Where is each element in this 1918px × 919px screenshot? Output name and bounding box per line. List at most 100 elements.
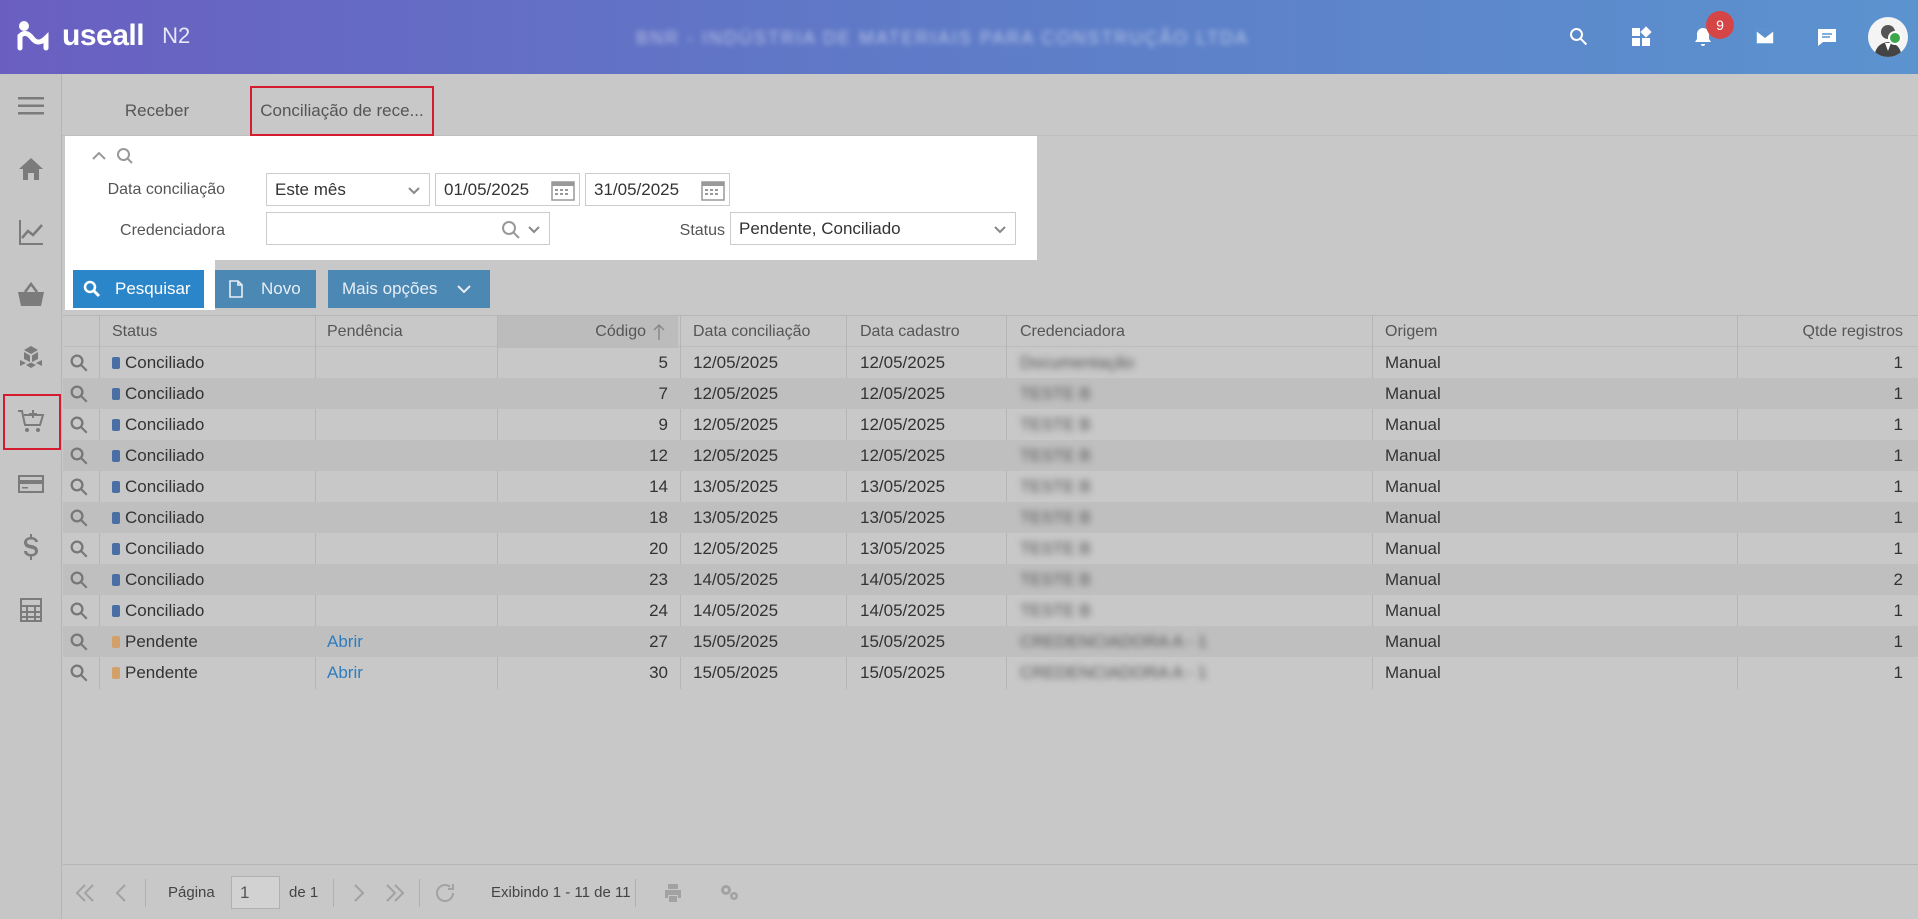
table-row[interactable]: Pendente Abrir 27 15/05/2025 15/05/2025 CREDE…	[63, 626, 1918, 657]
sidebar-item-stock[interactable]	[0, 326, 62, 389]
status-select[interactable]: Pendente, Conciliado	[730, 212, 1016, 245]
tab-conciliacao[interactable]: Conciliação de rece...	[250, 86, 434, 136]
double-chevron-left-icon	[75, 884, 94, 902]
header-data-conciliacao[interactable]: Data conciliação	[693, 316, 853, 348]
search-icon[interactable]	[69, 570, 89, 590]
double-chevron-right-icon	[386, 884, 405, 902]
cell-qtde: 1	[1753, 378, 1903, 409]
settings-button[interactable]	[717, 881, 741, 905]
header-codigo[interactable]: Código	[498, 316, 678, 348]
header-pendencia[interactable]: Pendência	[327, 316, 487, 348]
new-button[interactable]: Novo	[215, 270, 316, 308]
credenciadora-text: TESTE B	[1020, 539, 1091, 558]
tab-receber[interactable]: Receber	[92, 86, 222, 136]
search-icon[interactable]	[69, 663, 89, 683]
table-row[interactable]: Conciliado 9 12/05/2025 12/05/2025 TESTE B Ma…	[63, 409, 1918, 440]
user-avatar[interactable]	[1868, 17, 1908, 57]
search-icon[interactable]	[69, 353, 89, 373]
cell-pend[interactable]: Abrir	[327, 657, 487, 688]
chat-button[interactable]	[1796, 0, 1858, 74]
sidebar-menu-toggle[interactable]	[0, 74, 62, 137]
sidebar-item-cards[interactable]	[0, 452, 62, 515]
divider	[635, 879, 636, 907]
qtde-text: 1	[1893, 632, 1903, 651]
cell-qtde: 1	[1753, 347, 1903, 378]
calendar-icon[interactable]	[701, 179, 725, 201]
header-data-cadastro[interactable]: Data cadastro	[860, 316, 1010, 348]
last-page-button[interactable]	[383, 881, 407, 905]
credenciadora-field[interactable]	[266, 212, 550, 245]
dc-text: 12/05/2025	[693, 446, 779, 465]
search-icon[interactable]	[69, 384, 89, 404]
qtde-text: 1	[1893, 353, 1903, 372]
qtde-text: 1	[1893, 446, 1903, 465]
date-from-field[interactable]: 01/05/2025	[435, 173, 580, 206]
cell-codigo: 20	[498, 533, 668, 564]
sidebar-item-finance[interactable]	[0, 515, 62, 578]
dc-text: 12/05/2025	[693, 384, 779, 403]
search-icon[interactable]	[69, 446, 89, 466]
search-icon[interactable]	[69, 539, 89, 559]
search-icon[interactable]	[69, 632, 89, 652]
table-row[interactable]: Conciliado 20 12/05/2025 13/05/2025 TESTE B M…	[63, 533, 1918, 564]
search-icon[interactable]	[69, 477, 89, 497]
apps-button[interactable]	[1610, 0, 1672, 74]
cell-codigo: 5	[498, 347, 668, 378]
credenciadora-text: CREDENCIADORA A - 1	[1020, 632, 1208, 651]
codigo-text: 14	[649, 477, 668, 496]
mail-button[interactable]	[1734, 0, 1796, 74]
cell-status: Conciliado	[112, 409, 312, 440]
status-text: Pendente	[125, 632, 198, 651]
page-number-input[interactable]: 1	[231, 876, 280, 909]
sidebar-item-sales[interactable]	[0, 263, 62, 326]
search-button[interactable]	[1548, 0, 1610, 74]
table-row[interactable]: Conciliado 5 12/05/2025 12/05/2025 Documenta…	[63, 347, 1918, 378]
cell-pend	[327, 564, 487, 595]
print-button[interactable]	[661, 881, 685, 905]
app-logo[interactable]: useall N2	[16, 18, 190, 54]
origem-text: Manual	[1385, 415, 1441, 434]
page-total: de 1	[289, 884, 319, 901]
next-page-button[interactable]	[347, 881, 371, 905]
cell-dc: 12/05/2025	[693, 378, 843, 409]
previous-page-button[interactable]	[109, 881, 133, 905]
date-to-field[interactable]: 31/05/2025	[585, 173, 730, 206]
sidebar-item-purchases[interactable]	[0, 389, 62, 452]
refresh-button[interactable]	[433, 881, 457, 905]
qtde-text: 2	[1893, 570, 1903, 589]
more-options-button[interactable]: Mais opções	[328, 270, 490, 308]
search-button[interactable]: Pesquisar	[73, 270, 204, 308]
first-page-button[interactable]	[73, 881, 97, 905]
period-select[interactable]: Este mês	[266, 173, 430, 206]
header-status[interactable]: Status	[112, 316, 312, 348]
cell-pend	[327, 471, 487, 502]
sidebar-item-accounting[interactable]	[0, 578, 62, 641]
table-row[interactable]: Pendente Abrir 30 15/05/2025 15/05/2025 CREDE…	[63, 657, 1918, 688]
top-bar: useall N2 BNR - INDÚSTRIA DE MATERIAIS P…	[0, 0, 1918, 74]
table-row[interactable]: Conciliado 18 13/05/2025 13/05/2025 TESTE B M…	[63, 502, 1918, 533]
cell-cred: TESTE B	[1020, 440, 1350, 471]
search-icon[interactable]	[501, 220, 521, 240]
table-row[interactable]: Conciliado 23 14/05/2025 14/05/2025 TESTE B M…	[63, 564, 1918, 595]
search-icon[interactable]	[69, 415, 89, 435]
sidebar-item-home[interactable]	[0, 137, 62, 200]
dcad-text: 12/05/2025	[860, 415, 946, 434]
cell-cred: TESTE B	[1020, 502, 1350, 533]
header-qtde-registros[interactable]: Qtde registros	[1753, 316, 1903, 348]
chevron-up-icon[interactable]	[90, 147, 108, 165]
header-credenciadora[interactable]: Credenciadora	[1020, 316, 1320, 348]
search-icon[interactable]	[69, 601, 89, 621]
table-row[interactable]: Conciliado 24 14/05/2025 14/05/2025 TESTE B M…	[63, 595, 1918, 626]
cell-origem: Manual	[1385, 502, 1685, 533]
table-row[interactable]: Conciliado 7 12/05/2025 12/05/2025 TESTE B Ma…	[63, 378, 1918, 409]
sidebar-item-reports[interactable]	[0, 200, 62, 263]
dc-text: 12/05/2025	[693, 353, 779, 372]
notifications-button[interactable]: 9	[1672, 0, 1734, 74]
table-row[interactable]: Conciliado 14 13/05/2025 13/05/2025 TESTE B M…	[63, 471, 1918, 502]
calendar-icon[interactable]	[551, 179, 575, 201]
status-text: Conciliado	[125, 539, 205, 558]
header-origem[interactable]: Origem	[1385, 316, 1685, 348]
search-icon[interactable]	[69, 508, 89, 528]
table-row[interactable]: Conciliado 12 12/05/2025 12/05/2025 TESTE B M…	[63, 440, 1918, 471]
cell-pend[interactable]: Abrir	[327, 626, 487, 657]
